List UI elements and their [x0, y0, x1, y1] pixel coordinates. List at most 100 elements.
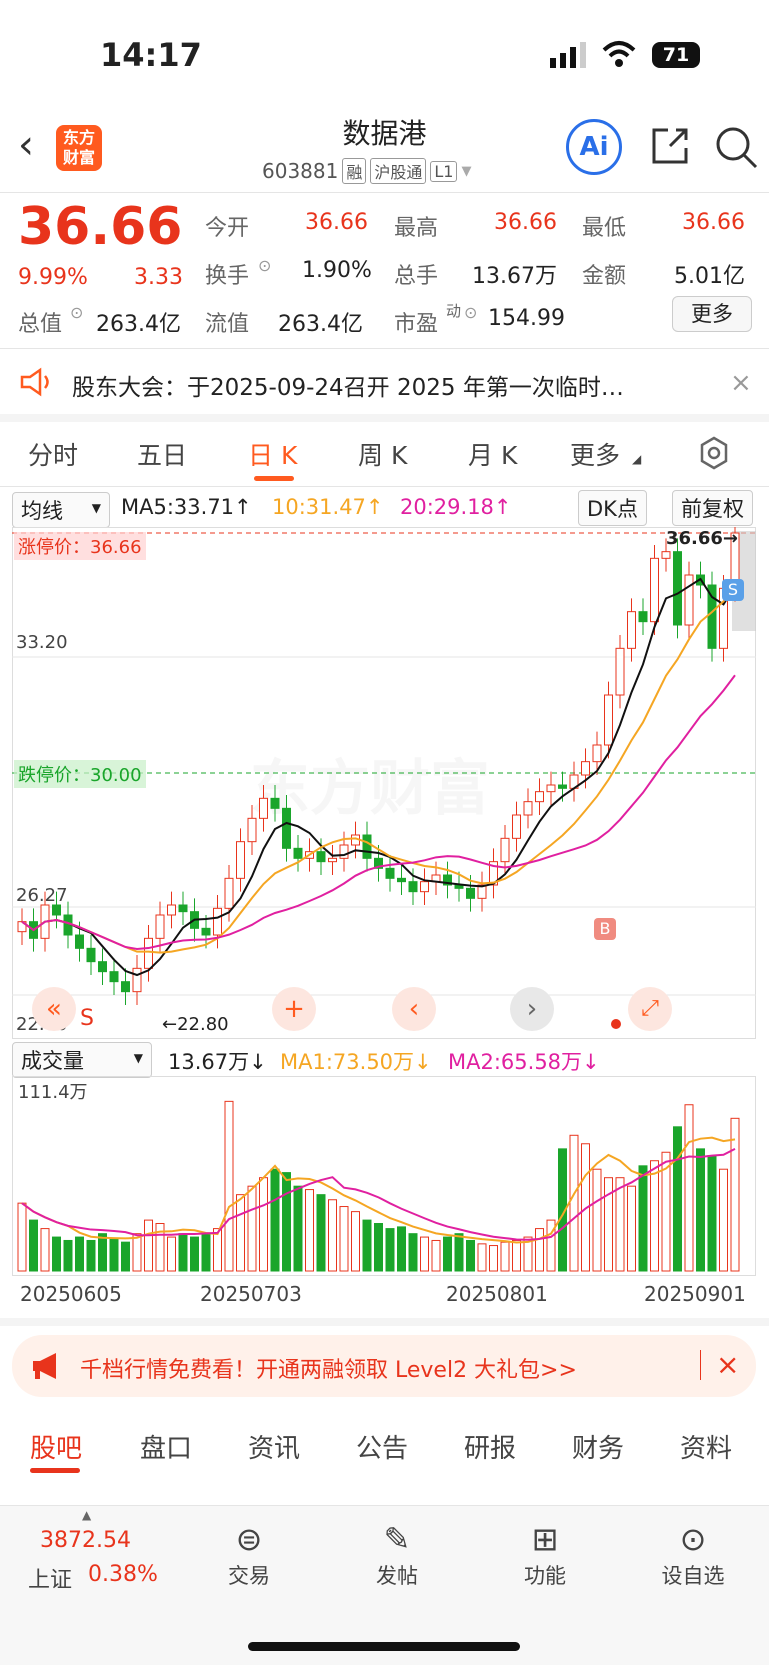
candle-body [408, 881, 418, 893]
y-label-26: 26.27 [16, 885, 68, 906]
date-label-3: 20250801 [446, 1282, 548, 1306]
stock-code-row: 603881 融 沪股通 L1 ▼ [262, 158, 471, 184]
tab-monthly-k[interactable]: 月 K [468, 436, 517, 472]
index-name[interactable]: 上证 [28, 1562, 72, 1594]
volume-bar [454, 1233, 464, 1272]
volume-bar [489, 1245, 498, 1272]
speaker-icon [20, 367, 49, 397]
candle-body [535, 791, 544, 803]
volume-bar [63, 1239, 73, 1272]
date-label-4: 20250901 [644, 1282, 746, 1306]
tab-finance[interactable]: 财务 [572, 1428, 624, 1465]
volume-bar [374, 1223, 383, 1272]
volume-value: 13.67万 [472, 264, 557, 289]
volume-bar [719, 1168, 728, 1272]
candle-body [224, 877, 234, 909]
home-indicator [248, 1642, 520, 1651]
tab-five-day[interactable]: 五日 [137, 436, 187, 472]
nav-post[interactable]: ✎ 发帖 [342, 1518, 452, 1590]
search-icon[interactable] [713, 124, 759, 170]
signal-icon [550, 42, 586, 68]
ma-select[interactable]: 均线 ▼ [12, 492, 110, 528]
candle-body [615, 647, 625, 696]
prev-button[interactable]: ‹ [392, 987, 436, 1031]
volume-bar [293, 1185, 303, 1272]
dk-button[interactable]: DK点 [578, 490, 647, 526]
change-amount: 3.33 [134, 265, 183, 290]
info-icon[interactable]: ⊙ [70, 303, 83, 322]
tab-more[interactable]: 更多 [570, 436, 620, 472]
lower-limit-label: 跌停价：30.00 [14, 760, 146, 788]
info-icon[interactable]: ⊙ [258, 256, 271, 275]
volume-select[interactable]: 成交量 ▼ [12, 1042, 152, 1078]
btab-underline [30, 1468, 80, 1473]
fullscreen-button[interactable]: ⤢ [628, 987, 672, 1031]
pe-value: 154.99 [488, 306, 565, 331]
candle-body [282, 807, 291, 849]
tag-level: L1 [430, 160, 458, 182]
volume-bar [627, 1185, 636, 1272]
volume-bar [17, 1202, 27, 1272]
tab-underline [254, 476, 294, 481]
mktcap-value: 263.4亿 [96, 312, 181, 337]
info-icon[interactable]: ⊙ [464, 303, 477, 322]
promo-text[interactable]: 千档行情免费看！开通两融领取 Level2 大礼包>> [80, 1352, 577, 1384]
index-value[interactable]: 3872.54 [40, 1528, 131, 1553]
volume-bar [52, 1236, 61, 1272]
next-button[interactable]: › [510, 987, 554, 1031]
volume-bar [167, 1236, 176, 1272]
volume-bar [420, 1236, 429, 1272]
nav-watchlist[interactable]: ⊙ 设自选 [638, 1518, 748, 1590]
candle-body [592, 744, 602, 763]
index-percent[interactable]: 0.38% [88, 1562, 158, 1587]
sell-mark: S [80, 1006, 94, 1031]
open-value: 36.66 [305, 210, 368, 235]
tab-announcements[interactable]: 公告 [356, 1428, 408, 1465]
volume-bar [385, 1228, 395, 1272]
candle-body [328, 857, 337, 863]
expand-icon[interactable]: ▲ [82, 1508, 91, 1522]
candle-body [144, 937, 153, 969]
rewind-button[interactable]: « [32, 987, 76, 1031]
volume-bar [673, 1126, 682, 1272]
candle-body [213, 907, 222, 936]
tab-guba[interactable]: 股吧 [30, 1428, 82, 1465]
turnover-label: 换手 [205, 264, 250, 289]
tab-profile[interactable]: 资料 [680, 1428, 732, 1465]
candle-body [270, 797, 280, 809]
zoom-in-button[interactable]: + [272, 987, 316, 1031]
tab-daily-k[interactable]: 日 K [248, 436, 297, 472]
dropdown-icon[interactable]: ▼ [461, 164, 471, 179]
ai-icon[interactable]: Ai [566, 119, 622, 175]
more-caret-icon: ◢ [632, 452, 642, 466]
candle-body [98, 961, 107, 973]
candle-body [293, 847, 303, 859]
more-button[interactable]: 更多 [672, 296, 752, 332]
volume-bar [707, 1155, 717, 1272]
notice-text[interactable]: 股东大会：于2025-09-24召开 2025 年第一次临时… [72, 368, 692, 402]
share-icon[interactable] [648, 124, 692, 168]
volume-bar [650, 1160, 659, 1272]
sell-badge: S [722, 579, 744, 601]
tab-weekly-k[interactable]: 周 K [358, 436, 407, 472]
tab-research[interactable]: 研报 [464, 1428, 516, 1465]
volume-bar [477, 1243, 487, 1272]
volume-bar [684, 1104, 694, 1272]
amount-value: 5.01亿 [674, 264, 745, 289]
close-icon[interactable]: × [716, 1348, 739, 1381]
tab-intraday[interactable]: 分时 [28, 436, 78, 472]
volume-bar [178, 1233, 188, 1272]
tab-pankou[interactable]: 盘口 [140, 1428, 192, 1465]
candle-body [604, 694, 613, 746]
nav-trade[interactable]: ⊜ 交易 [194, 1518, 304, 1590]
volume-chart[interactable] [12, 1076, 756, 1276]
candle-body [512, 814, 521, 839]
tab-news[interactable]: 资讯 [248, 1428, 300, 1465]
adjust-button[interactable]: 前复权 [672, 490, 753, 526]
candle-body [167, 904, 176, 916]
settings-icon[interactable] [697, 436, 731, 470]
candle-body [385, 867, 395, 879]
close-icon[interactable]: × [730, 368, 752, 398]
volume-bar [236, 1194, 245, 1272]
nav-functions[interactable]: ⊞ 功能 [490, 1518, 600, 1590]
